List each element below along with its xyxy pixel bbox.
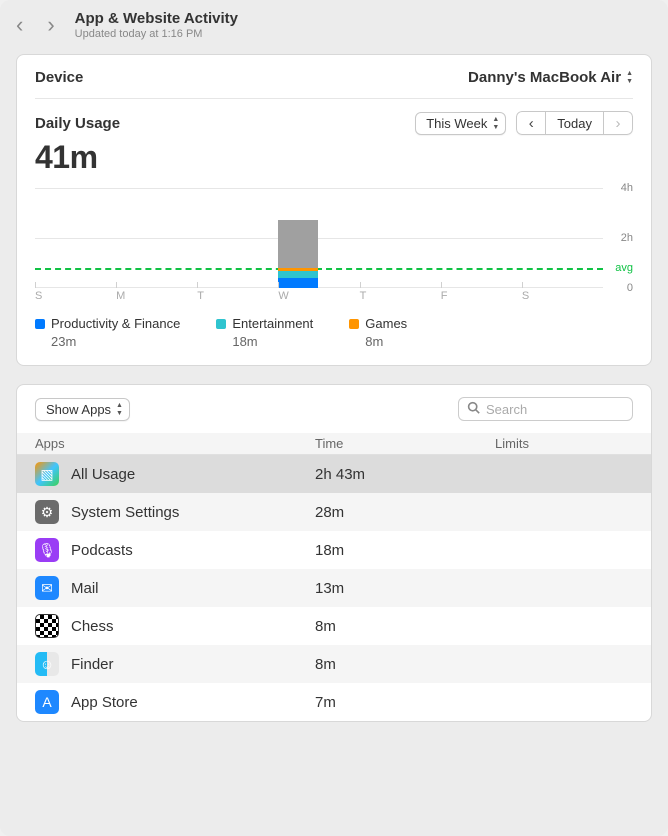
forward-button[interactable]: › xyxy=(47,14,54,36)
x-axis-label: S xyxy=(35,290,116,302)
table-row[interactable]: A App Store 7m xyxy=(17,683,651,721)
legend-item: Games 8m xyxy=(349,316,407,349)
legend-item: Productivity & Finance 23m xyxy=(35,316,180,349)
app-name: System Settings xyxy=(71,504,179,521)
page-title: App & Website Activity xyxy=(75,10,238,27)
column-time: Time xyxy=(315,436,495,451)
table-row[interactable]: Chess 8m xyxy=(17,607,651,645)
column-limits: Limits xyxy=(495,436,633,451)
legend-label: Productivity & Finance xyxy=(51,316,180,331)
app-time: 8m xyxy=(315,618,495,635)
page-subtitle: Updated today at 1:16 PM xyxy=(75,28,238,40)
x-axis-label: S xyxy=(522,290,603,302)
chart-bar xyxy=(278,220,318,288)
daily-usage-label: Daily Usage xyxy=(35,115,120,132)
back-button[interactable]: ‹ xyxy=(16,14,23,36)
chevron-updown-icon: ▲▼ xyxy=(116,402,123,417)
period-select[interactable]: This Week ▲▼ xyxy=(415,112,506,135)
usage-chart: 4h 2h avg 0 SMTWTFS xyxy=(35,188,633,288)
table-row[interactable]: ⚙ System Settings 28m xyxy=(17,493,651,531)
device-select[interactable]: Danny's MacBook Air ▲▼ xyxy=(468,69,633,86)
app-icon xyxy=(35,614,59,638)
legend-label: Entertainment xyxy=(232,316,313,331)
total-usage-value: 41m xyxy=(35,139,633,176)
search-input[interactable] xyxy=(486,402,624,417)
x-axis-label: T xyxy=(360,290,441,302)
app-name: Mail xyxy=(71,580,99,597)
table-row[interactable]: ▧ All Usage 2h 43m xyxy=(17,455,651,493)
table-row[interactable]: ☺ Finder 8m xyxy=(17,645,651,683)
legend-time: 18m xyxy=(216,334,313,349)
prev-period-button[interactable]: ‹ xyxy=(516,111,546,135)
app-name: App Store xyxy=(71,694,138,711)
app-icon: 🎙 xyxy=(35,538,59,562)
x-axis-label: M xyxy=(116,290,197,302)
app-icon: ⚙ xyxy=(35,500,59,524)
legend-item: Entertainment 18m xyxy=(216,316,313,349)
legend-time: 8m xyxy=(349,334,407,349)
legend-swatch xyxy=(35,319,45,329)
app-icon: ✉ xyxy=(35,576,59,600)
app-name: Podcasts xyxy=(71,542,133,559)
column-apps: Apps xyxy=(35,436,315,451)
legend-swatch xyxy=(216,319,226,329)
app-time: 7m xyxy=(315,694,495,711)
app-name: Finder xyxy=(71,656,114,673)
x-axis-label: W xyxy=(278,290,359,302)
app-icon: ▧ xyxy=(35,462,59,486)
app-time: 13m xyxy=(315,580,495,597)
today-button[interactable]: Today xyxy=(545,111,604,135)
device-label: Device xyxy=(35,69,83,86)
x-axis-label: T xyxy=(197,290,278,302)
show-apps-select[interactable]: Show Apps ▲▼ xyxy=(35,398,130,421)
table-row[interactable]: ✉ Mail 13m xyxy=(17,569,651,607)
legend-swatch xyxy=(349,319,359,329)
search-icon xyxy=(467,401,480,417)
legend-time: 23m xyxy=(35,334,180,349)
app-time: 28m xyxy=(315,504,495,521)
app-time: 2h 43m xyxy=(315,466,495,483)
app-name: All Usage xyxy=(71,466,135,483)
app-name: Chess xyxy=(71,618,114,635)
table-row[interactable]: 🎙 Podcasts 18m xyxy=(17,531,651,569)
chevron-updown-icon: ▲▼ xyxy=(626,70,633,85)
app-time: 8m xyxy=(315,656,495,673)
x-axis-label: F xyxy=(441,290,522,302)
search-field[interactable] xyxy=(458,397,633,421)
next-period-button[interactable]: › xyxy=(603,111,633,135)
chevron-updown-icon: ▲▼ xyxy=(492,116,499,131)
app-icon: ☺ xyxy=(35,652,59,676)
app-icon: A xyxy=(35,690,59,714)
app-time: 18m xyxy=(315,542,495,559)
legend-label: Games xyxy=(365,316,407,331)
